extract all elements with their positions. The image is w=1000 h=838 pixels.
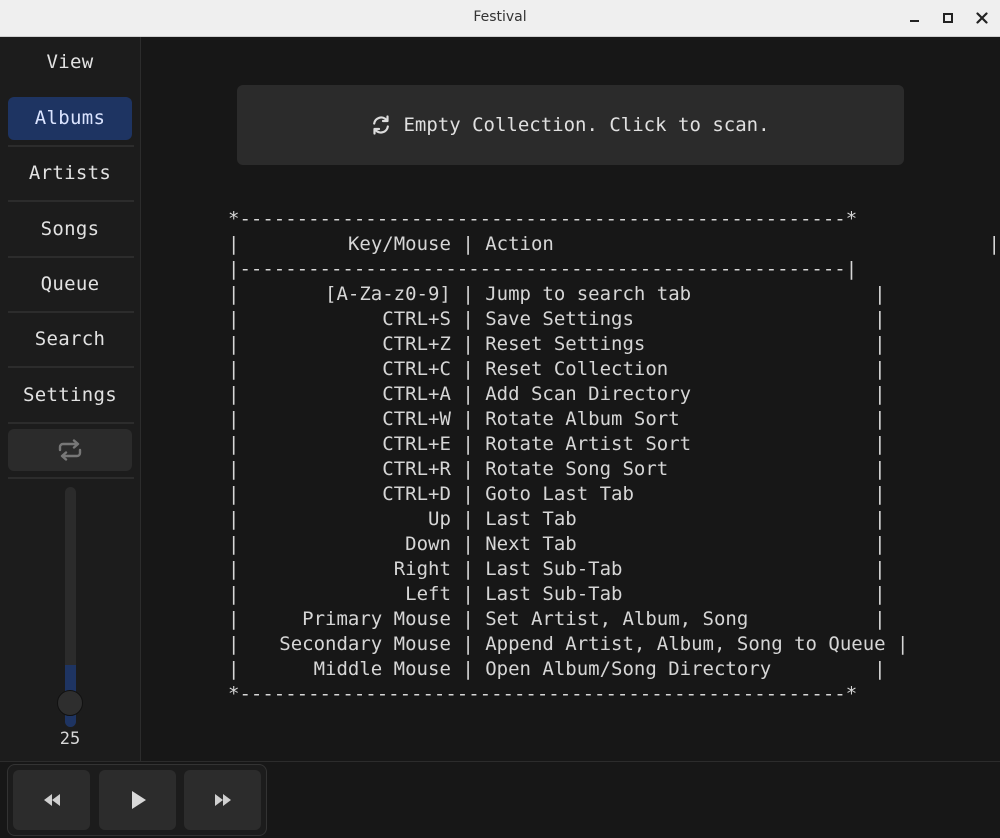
tab-settings[interactable]: Settings [8, 374, 132, 417]
keybind-key: [A-Za-z0-9] [325, 283, 451, 305]
table-row: | CTRL+D | Goto Last Tab | [228, 483, 886, 505]
keybind-action: Last Tab [485, 508, 577, 530]
play-icon [132, 791, 146, 809]
keybind-key: CTRL+C [382, 358, 451, 380]
divider [8, 200, 134, 202]
sidebar: View Albums Artists Songs Queue Search S… [0, 37, 141, 761]
keybind-key: CTRL+R [382, 458, 451, 480]
table-row: | Primary Mouse | Set Artist, Album, Son… [228, 608, 886, 630]
repeat-button[interactable] [8, 429, 132, 471]
maximize-button[interactable] [939, 9, 957, 27]
title-bar: Festival [0, 0, 1000, 37]
table-row: | Right | Last Sub-Tab | [228, 558, 886, 580]
refresh-icon [371, 115, 391, 135]
keybind-action: Rotate Album Sort [485, 408, 680, 430]
table-row: | Down | Next Tab | [228, 533, 886, 555]
tab-albums[interactable]: Albums [8, 97, 132, 140]
table-row: | Up | Last Tab | [228, 508, 886, 530]
keybind-key: CTRL+D [382, 483, 451, 505]
keybind-action: Jump to search tab [485, 283, 692, 305]
header-key: Key/Mouse [347, 233, 451, 255]
tab-songs[interactable]: Songs [8, 208, 132, 251]
keybind-action: Append Artist, Album, Song to Queue [485, 633, 886, 655]
next-button[interactable] [184, 770, 261, 830]
divider [8, 366, 134, 368]
table-row: | Secondary Mouse | Append Artist, Album… [228, 633, 909, 655]
keybind-action: Rotate Artist Sort [485, 433, 692, 455]
keybind-key: Middle Mouse [313, 658, 451, 680]
keybind-action: Set Artist, Album, Song [485, 608, 749, 630]
header-action: Action [485, 233, 554, 255]
close-button[interactable] [973, 9, 991, 27]
previous-button[interactable] [13, 770, 90, 830]
tab-search[interactable]: Search [8, 318, 132, 361]
divider [8, 145, 134, 147]
minimize-button[interactable] [905, 9, 923, 27]
table-row: | Middle Mouse | Open Album/Song Directo… [228, 658, 886, 680]
keybind-key: CTRL+W [382, 408, 451, 430]
keybind-help-table: *---------------------------------------… [228, 207, 1000, 707]
table-header: | Key/Mouse | Action | [228, 233, 1000, 255]
table-row: | CTRL+Z | Reset Settings | [228, 333, 886, 355]
playback-controls [7, 764, 267, 836]
scan-collection-button[interactable]: Empty Collection. Click to scan. [237, 85, 904, 165]
previous-icon [44, 794, 60, 806]
scan-button-label: Empty Collection. Click to scan. [403, 114, 770, 136]
table-row: | [A-Za-z0-9] | Jump to search tab | [228, 283, 886, 305]
next-icon [215, 794, 231, 806]
table-border: *---------------------------------------… [228, 683, 858, 705]
table-row: | CTRL+W | Rotate Album Sort | [228, 408, 886, 430]
keybind-key: Right [393, 558, 451, 580]
keybind-action: Last Sub-Tab [485, 558, 623, 580]
keybind-action: Last Sub-Tab [485, 583, 623, 605]
playback-bar [0, 761, 1000, 838]
table-row: | CTRL+E | Rotate Artist Sort | [228, 433, 886, 455]
play-button[interactable] [99, 770, 176, 830]
keybind-action: Save Settings [485, 308, 634, 330]
keybind-action: Reset Settings [485, 333, 646, 355]
table-row: | CTRL+S | Save Settings | [228, 308, 886, 330]
volume-value: 25 [59, 729, 81, 749]
volume-slider-handle[interactable] [57, 690, 83, 716]
divider [8, 256, 134, 258]
close-icon [976, 12, 988, 24]
keybind-action: Add Scan Directory [485, 383, 692, 405]
keybind-action: Open Album/Song Directory [485, 658, 772, 680]
minimize-icon [909, 20, 919, 22]
keybind-action: Rotate Song Sort [485, 458, 669, 480]
keybind-key: CTRL+E [382, 433, 451, 455]
table-border: |---------------------------------------… [228, 258, 858, 280]
keybind-action: Next Tab [485, 533, 577, 555]
keybind-action: Reset Collection [485, 358, 669, 380]
divider [8, 422, 134, 424]
keybind-key: CTRL+A [382, 383, 451, 405]
keybind-key: Secondary Mouse [279, 633, 451, 655]
keybind-key: Up [428, 508, 451, 530]
keybind-key: CTRL+Z [382, 333, 451, 355]
tab-view[interactable]: View [8, 41, 132, 84]
tab-artists[interactable]: Artists [8, 152, 132, 195]
keybind-action: Goto Last Tab [485, 483, 634, 505]
window-title: Festival [473, 9, 527, 25]
keybind-key: Left [405, 583, 451, 605]
table-border: *---------------------------------------… [228, 208, 858, 230]
keybind-key: Primary Mouse [302, 608, 451, 630]
keybind-key: CTRL+S [382, 308, 451, 330]
table-row: | CTRL+A | Add Scan Directory | [228, 383, 886, 405]
divider [8, 311, 134, 313]
table-row: | Left | Last Sub-Tab | [228, 583, 886, 605]
table-row: | CTRL+C | Reset Collection | [228, 358, 886, 380]
keybind-key: Down [405, 533, 451, 555]
divider [8, 477, 134, 479]
repeat-icon [58, 439, 82, 461]
table-row: | CTRL+R | Rotate Song Sort | [228, 458, 886, 480]
maximize-icon [943, 13, 953, 23]
tab-queue[interactable]: Queue [8, 263, 132, 306]
